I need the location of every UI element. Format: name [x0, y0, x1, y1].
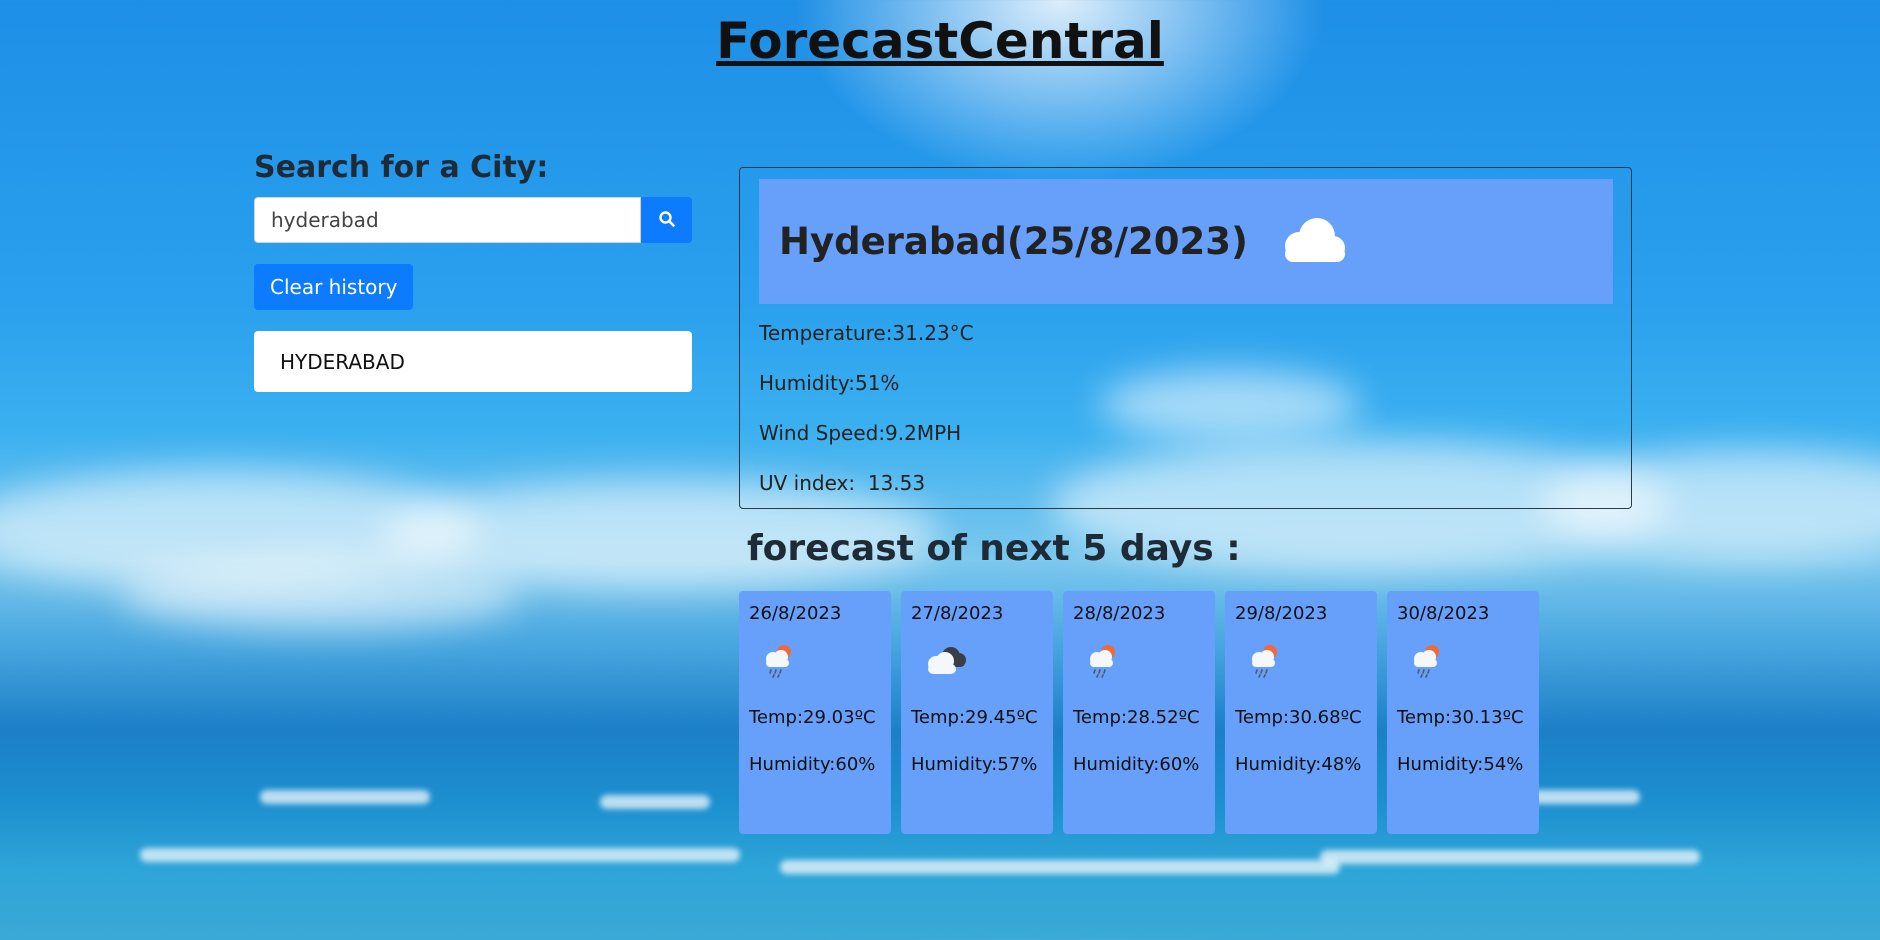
rain-sun-icon	[1083, 640, 1123, 684]
forecast-humidity: Humidity:57%	[911, 754, 1038, 775]
forecast-date: 30/8/2023	[1397, 603, 1490, 624]
dark-cloud-icon	[921, 640, 969, 684]
forecast-card: 30/8/2023 Temp:30.13ºC Humidity:54%	[1387, 591, 1539, 834]
forecast-temp: Temp:29.45ºC	[911, 707, 1038, 728]
rain-sun-icon	[1407, 640, 1447, 684]
app-title: ForecastCentral	[716, 12, 1164, 70]
forecast-humidity: Humidity:60%	[1073, 754, 1200, 775]
current-humidity: Humidity:51%	[759, 371, 900, 395]
forecast-humidity: Humidity:60%	[749, 754, 876, 775]
history-item-label: HYDERABAD	[280, 349, 405, 374]
search-icon	[658, 210, 676, 231]
forecast-date: 28/8/2023	[1073, 603, 1166, 624]
forecast-temp: Temp:30.68ºC	[1235, 707, 1362, 728]
history-item[interactable]: HYDERABAD	[254, 331, 692, 392]
forecast-temp: Temp:30.13ºC	[1397, 707, 1524, 728]
current-temperature: Temperature:31.23°C	[759, 321, 974, 345]
search-row	[254, 197, 692, 243]
forecast-heading: forecast of next 5 days :	[747, 528, 1241, 569]
clear-history-button[interactable]: Clear history	[254, 264, 414, 310]
forecast-humidity: Humidity:54%	[1397, 754, 1524, 775]
cloud-icon	[1273, 212, 1353, 272]
search-input[interactable]	[254, 197, 641, 243]
forecast-card: 29/8/2023 Temp:30.68ºC Humidity:48%	[1225, 591, 1377, 834]
current-weather-card: Hyderabad(25/8/2023) Temperature:31.23°C…	[739, 167, 1632, 509]
forecast-card: 26/8/2023 Temp:29.03ºC Humidity:60%	[739, 591, 891, 834]
rain-sun-icon	[759, 640, 799, 684]
forecast-card: 27/8/2023 Temp:29.45ºC Humidity:57%	[901, 591, 1053, 834]
forecast-date: 29/8/2023	[1235, 603, 1328, 624]
search-heading: Search for a City:	[254, 150, 549, 185]
forecast-humidity: Humidity:48%	[1235, 754, 1362, 775]
current-city-date: Hyderabad(25/8/2023)	[779, 220, 1248, 263]
forecast-date: 26/8/2023	[749, 603, 842, 624]
forecast-list: 26/8/2023 Temp:29.03ºC Humidity:60% 27/8…	[739, 591, 1549, 834]
forecast-temp: Temp:29.03ºC	[749, 707, 876, 728]
rain-sun-icon	[1245, 640, 1285, 684]
current-weather-header: Hyderabad(25/8/2023)	[759, 179, 1613, 304]
current-wind-speed: Wind Speed:9.2MPH	[759, 421, 962, 445]
forecast-temp: Temp:28.52ºC	[1073, 707, 1200, 728]
current-uv-index: UV index: 13.53	[759, 471, 926, 495]
forecast-card: 28/8/2023 Temp:28.52ºC Humidity:60%	[1063, 591, 1215, 834]
search-button[interactable]	[641, 197, 692, 243]
forecast-date: 27/8/2023	[911, 603, 1004, 624]
search-panel: Search for a City: Clear history HYDERAB…	[254, 150, 692, 392]
